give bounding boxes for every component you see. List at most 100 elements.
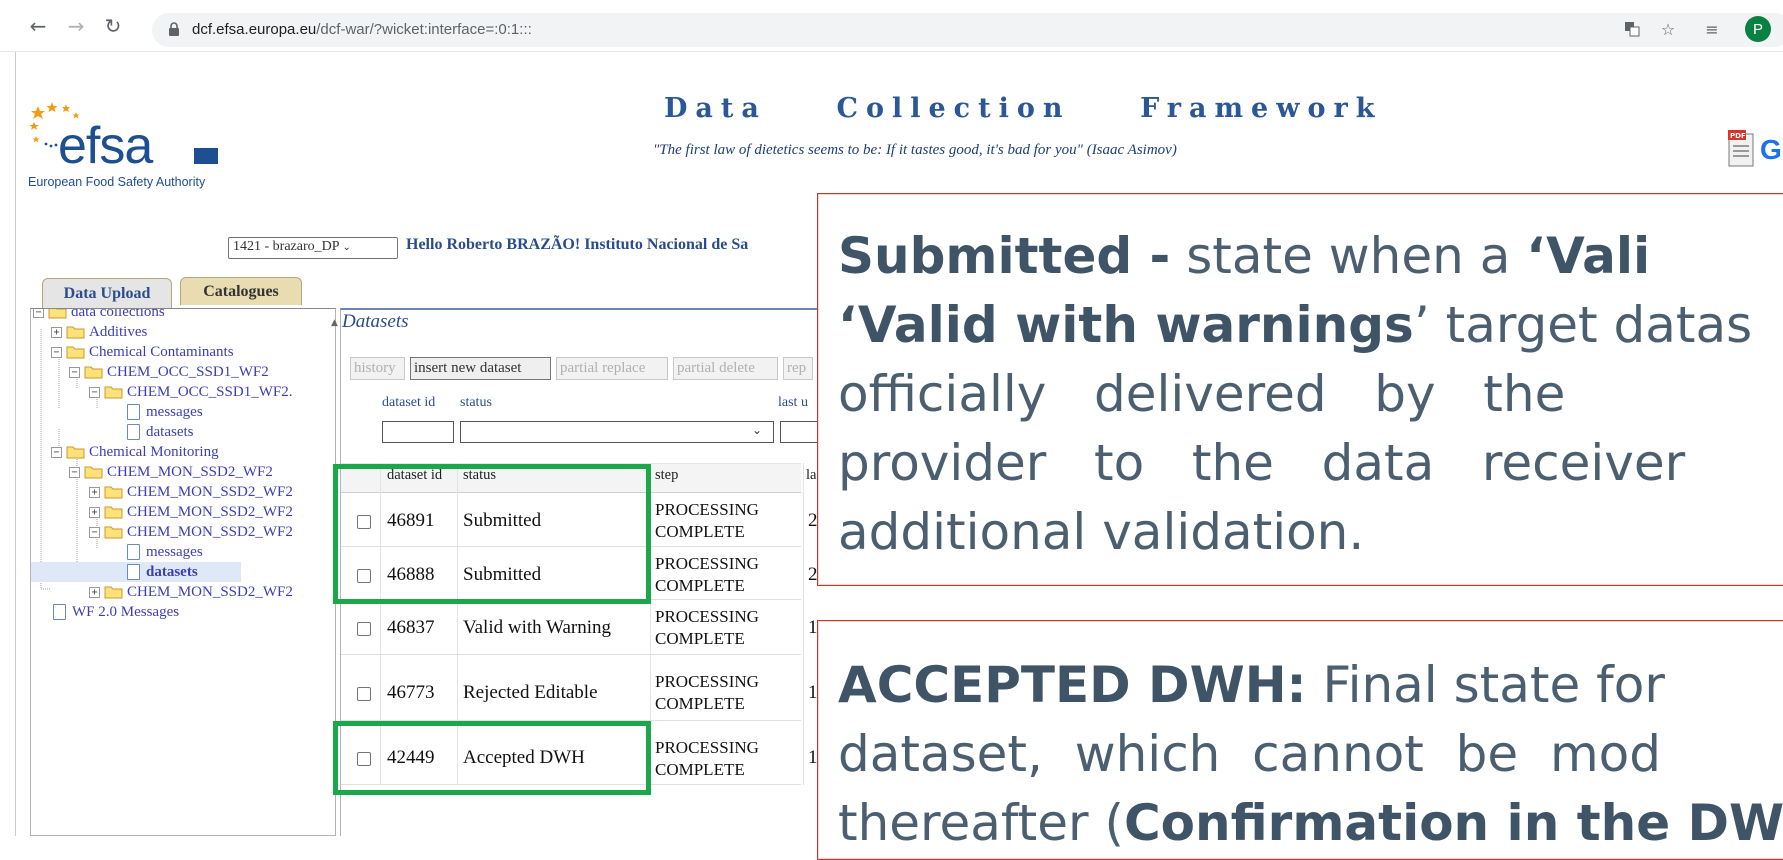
callout-submitted-line-2: ‘Valid with warnings’ target datas [838, 291, 1752, 360]
tree-item-chem-mon-sub-4[interactable]: + CHEM_MON_SSD2_WF2 [89, 582, 293, 602]
tree-item-chem-mon-sub-2[interactable]: + CHEM_MON_SSD2_WF2 [89, 502, 293, 522]
cell-step: PROCESSING COMPLETE [655, 737, 759, 781]
step-line-2: COMPLETE [655, 694, 745, 713]
cell-step: PROCESSING COMPLETE [655, 606, 759, 650]
collapse-icon[interactable]: − [69, 366, 80, 378]
tree-item-datasets-selected[interactable]: datasets [31, 562, 241, 582]
header-quote: "The first law of dietetics seems to be:… [653, 142, 1177, 158]
expand-icon[interactable]: + [89, 586, 100, 598]
column-header-step[interactable]: step [655, 467, 678, 484]
callout-bold: ACCEPTED DWH: [838, 656, 1307, 714]
replace-button[interactable]: rep [783, 357, 813, 380]
step-line-2: COMPLETE [655, 522, 745, 541]
tree-item-chem-occ-wf2[interactable]: − CHEM_OCC_SSD1_WF2 [69, 362, 269, 382]
logo-tagline: European Food Safety Authority [28, 175, 206, 189]
browser-toolbar: ← → ↻ dcf.efsa.europa.eu/dcf-war/?wicket… [0, 0, 1783, 52]
folder-open-icon [66, 346, 85, 359]
tree-item-chem-occ-wf2-sub[interactable]: − CHEM_OCC_SSD1_WF2. [89, 382, 292, 402]
collapse-icon[interactable]: − [89, 386, 100, 398]
history-button[interactable]: history [350, 357, 405, 380]
back-arrow-icon[interactable]: ← [22, 10, 54, 42]
highlight-accepted-row [333, 721, 651, 795]
tree-item-label: data collections [71, 308, 165, 320]
callout-bold: ‘Vali [1526, 227, 1651, 285]
tab-catalogues[interactable]: Catalogues [180, 277, 302, 305]
tree-item-label: messages [146, 543, 203, 560]
callout-bold: Submitted - [838, 227, 1171, 285]
star-icon[interactable]: ☆ [1656, 17, 1680, 41]
cell-status: Rejected Editable [463, 682, 598, 703]
translate-icon[interactable] [1620, 17, 1644, 41]
tree-item-label: CHEM_MON_SSD2_WF2 [127, 583, 293, 600]
tab-data-upload[interactable]: Data Upload [42, 278, 172, 309]
folder-open-icon [104, 526, 123, 539]
collapse-icon[interactable]: − [33, 309, 44, 318]
expand-icon[interactable]: + [89, 506, 100, 518]
step-line-1: PROCESSING [655, 672, 759, 691]
tree-item-chem-mon-wf2[interactable]: − CHEM_MON_SSD2_WF2 [69, 462, 273, 482]
callout-submitted-line-5: additional validation. [838, 503, 1365, 561]
expand-icon[interactable]: + [89, 486, 100, 498]
partial-replace-button[interactable]: partial replace [556, 357, 668, 380]
tree-item-label: Additives [89, 323, 148, 340]
address-bar[interactable]: dcf.efsa.europa.eu/dcf-war/?wicket:inter… [152, 13, 1783, 47]
folder-open-icon [66, 446, 85, 459]
status-filter-select[interactable] [460, 421, 774, 443]
folder-open-icon [84, 366, 103, 379]
callout-submitted-line-3: officially delivered by the [838, 365, 1566, 423]
page-title: Data Collection Framework [664, 93, 1383, 124]
collapse-icon[interactable]: − [69, 466, 80, 478]
tree-item-messages[interactable]: messages [127, 402, 203, 422]
profile-select-value: 1421 - brazaro_DP [233, 239, 340, 254]
tree-item-chem-mon-sub-3[interactable]: − CHEM_MON_SSD2_WF2 [89, 522, 293, 542]
collapse-icon[interactable]: − [51, 446, 62, 458]
tree-item-chem-mon-sub-1[interactable]: + CHEM_MON_SSD2_WF2 [89, 482, 293, 502]
profile-avatar[interactable]: P [1745, 16, 1771, 42]
help-link[interactable]: G [1760, 134, 1782, 166]
last-update-filter-input[interactable] [780, 421, 820, 443]
cell-dataset-id: 46773 [387, 682, 435, 703]
forward-arrow-icon[interactable]: → [60, 10, 92, 42]
eu-flag-icon [194, 148, 218, 164]
callout-text-span: state when a [1170, 227, 1527, 285]
reading-list-icon[interactable]: ≡ [1700, 17, 1724, 41]
callout-bold: Confirmation in the DW [1123, 794, 1783, 852]
tree-item-data-collections[interactable]: − data collections [33, 308, 165, 322]
column-divider [803, 463, 804, 785]
step-line-1: PROCESSING [655, 500, 759, 519]
column-header-last[interactable]: la [806, 467, 816, 484]
tree-item-label: WF 2.0 Messages [72, 603, 180, 620]
tree-item-datasets[interactable]: datasets [127, 422, 193, 442]
folder-open-icon [84, 466, 103, 479]
folder-icon [104, 506, 123, 519]
greeting-text: Hello Roberto BRAZÃO! Instituto Nacional… [406, 236, 749, 253]
row-checkbox[interactable] [357, 622, 371, 636]
tree-item-chemical-contaminants[interactable]: − Chemical Contaminants [51, 342, 234, 362]
lock-icon [169, 22, 179, 36]
tree-item-wf2-messages[interactable]: WF 2.0 Messages [53, 602, 179, 622]
chevron-down-icon: ⌄ [752, 423, 763, 437]
file-icon [127, 564, 140, 580]
dataset-id-filter-input[interactable] [382, 421, 454, 443]
tree-item-additives[interactable]: + Additives [51, 322, 147, 342]
tree-item-messages-2[interactable]: messages [127, 542, 203, 562]
collapse-icon[interactable]: − [51, 346, 62, 358]
pdf-icon[interactable]: PDF [1728, 130, 1756, 168]
profile-select[interactable]: 1421 - brazaro_DP ⌄ [228, 237, 398, 259]
tree-item-chemical-monitoring[interactable]: − Chemical Monitoring [51, 442, 219, 462]
row-checkbox[interactable] [357, 687, 371, 701]
callout-accepted-line-3: thereafter (Confirmation in the DW [838, 789, 1783, 858]
callout-text-span: thereafter ( [838, 794, 1124, 852]
file-icon [53, 604, 66, 620]
collapse-icon[interactable]: − [89, 526, 100, 538]
cell-dataset-id: 46837 [387, 617, 435, 638]
reload-icon[interactable]: ↻ [97, 10, 129, 42]
collapse-arrow-icon[interactable]: ▲ [331, 318, 338, 328]
insert-new-dataset-button[interactable]: insert new dataset [410, 357, 551, 380]
tree-item-label: Chemical Contaminants [89, 343, 234, 360]
expand-icon[interactable]: + [51, 326, 62, 338]
partial-delete-button[interactable]: partial delete [673, 357, 778, 380]
tree-item-label: CHEM_OCC_SSD1_WF2. [127, 383, 293, 400]
cell-status: Valid with Warning [463, 617, 611, 638]
tree-item-label: CHEM_OCC_SSD1_WF2 [107, 363, 269, 380]
